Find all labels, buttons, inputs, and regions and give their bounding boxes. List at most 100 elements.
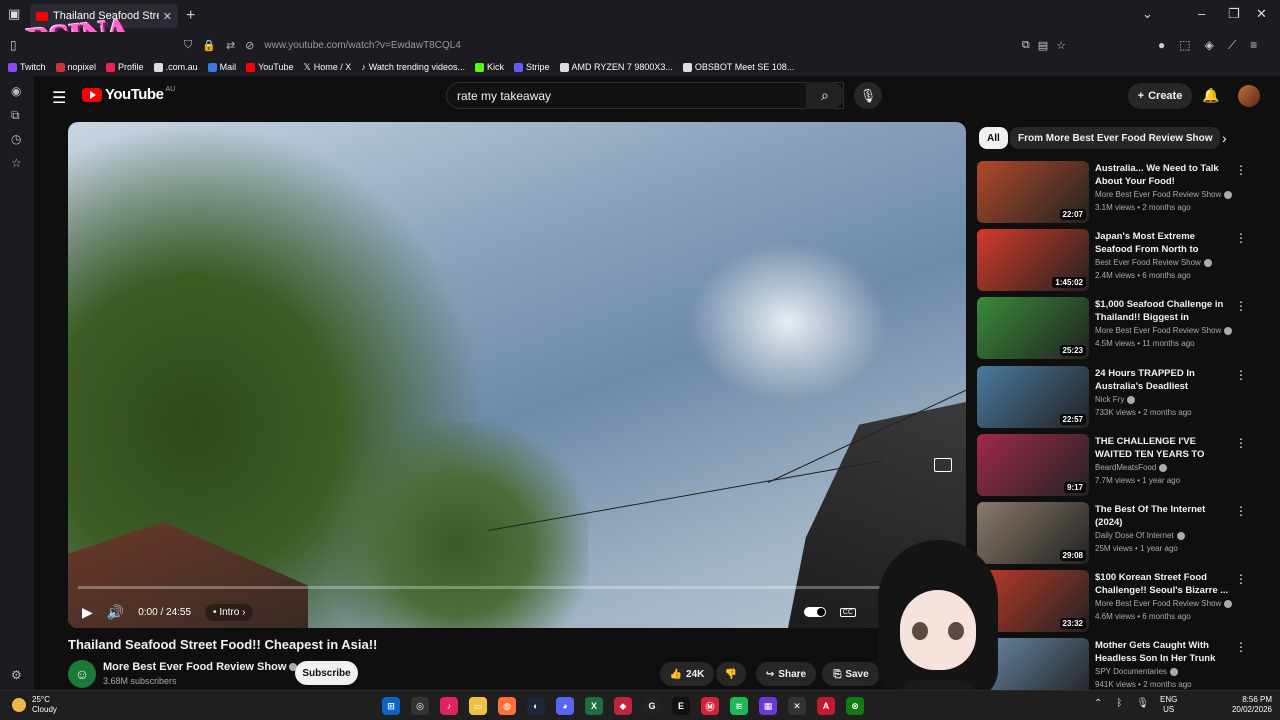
close-tab-icon[interactable]: ✕ [163, 10, 172, 23]
recommended-title[interactable]: 24 Hours TRAPPED In Australia's Deadlies… [1095, 367, 1233, 393]
recommended-title[interactable]: $100 Korean Street Food Challenge!! Seou… [1095, 571, 1233, 597]
file-explorer-icon[interactable]: ▭ [469, 697, 487, 715]
menu-icon[interactable]: ≡ [1250, 38, 1257, 53]
more-options-icon[interactable]: ⋮ [1235, 436, 1247, 450]
ai-chat-icon[interactable]: ◉ [11, 84, 21, 98]
recommended-video-item[interactable]: 1:45:02 Japan's Most Extreme Seafood From… [977, 229, 1267, 291]
autoplay-toggle[interactable] [803, 607, 826, 617]
history-icon[interactable]: ◷ [11, 132, 21, 146]
app-icon[interactable]: ◆ [614, 697, 632, 715]
restore-icon[interactable]: ❐ [1228, 6, 1240, 22]
bookmark-com-au[interactable]: .com.au [153, 62, 198, 72]
minimize-icon[interactable]: – [1198, 6, 1205, 21]
video-thumbnail[interactable]: 9:17 [977, 434, 1089, 496]
video-player[interactable]: ▶ 🔊 0:00 / 24:55 • Intro › CC [68, 122, 966, 628]
bookmark-profile[interactable]: Profile [106, 62, 144, 72]
recommended-video-item[interactable]: 25:23 $1,000 Seafood Challenge in Thailan… [977, 297, 1267, 359]
bookmark-x[interactable]: 𝕏 Home / X [303, 62, 351, 73]
like-button[interactable]: 👍 24K [660, 662, 714, 686]
more-options-icon[interactable]: ⋮ [1235, 640, 1247, 654]
more-options-icon[interactable]: ⋮ [1235, 504, 1247, 518]
chip-all[interactable]: All [979, 127, 1008, 149]
recommended-title[interactable]: Japan's Most Extreme Seafood From North … [1095, 230, 1233, 256]
recommended-channel[interactable]: BeardMeatsFood [1095, 463, 1168, 472]
app-icon[interactable]: Ⓜ [701, 697, 719, 715]
recommended-video-item[interactable]: 9:17 THE CHALLENGE I'VE WAITED TEN YEARS … [977, 434, 1267, 496]
discord-icon[interactable]: ◕ [556, 697, 574, 715]
recommended-title[interactable]: Mother Gets Caught With Headless Son In … [1095, 639, 1233, 665]
share-button[interactable]: ↪ Share [756, 662, 816, 686]
bookmark-kick[interactable]: Kick [474, 62, 504, 72]
extensions-icon[interactable]: ⬚ [1179, 38, 1190, 53]
recommended-channel[interactable]: More Best Ever Food Review Show [1095, 599, 1233, 608]
bookmark-tiktok[interactable]: ♪ Watch trending videos... [361, 62, 465, 72]
clock[interactable]: 8:56 PM 20/02/2026 [1224, 695, 1272, 715]
video-thumbnail[interactable]: 22:07 [977, 161, 1089, 223]
tab-list-icon[interactable]: ▣ [8, 6, 20, 22]
dislike-button[interactable]: 👎 [716, 662, 746, 686]
bookmark-stripe[interactable]: Stripe [513, 62, 550, 72]
recommended-channel[interactable]: Best Ever Food Review Show [1095, 258, 1212, 267]
play-icon[interactable]: ▶ [82, 604, 93, 621]
recommended-video-item[interactable]: 29:08 The Best Of The Internet (2024) Dail… [977, 502, 1267, 564]
epic-games-icon[interactable]: E [672, 697, 690, 715]
app-icon[interactable]: ▦ [759, 697, 777, 715]
notifications-bell-icon[interactable]: 🔔 [1202, 87, 1219, 104]
more-options-icon[interactable]: ⋮ [1235, 163, 1247, 177]
app-icon[interactable]: A [817, 697, 835, 715]
recommended-channel[interactable]: More Best Ever Food Review Show [1095, 190, 1233, 199]
volume-icon[interactable]: 🔊 [107, 604, 124, 621]
recommended-video-item[interactable]: 22:57 24 Hours TRAPPED In Australia's Dea… [977, 366, 1267, 428]
reader-icon[interactable]: ▤ [1038, 39, 1048, 52]
video-thumbnail[interactable]: 1:45:02 [977, 229, 1089, 291]
video-progress-bar[interactable] [78, 586, 956, 589]
bookmark-youtube[interactable]: YouTube [246, 62, 293, 72]
bookmark-twitch[interactable]: Twitch [8, 62, 46, 72]
more-options-icon[interactable]: ⋮ [1235, 231, 1247, 245]
app-icon[interactable]: G [643, 697, 661, 715]
capcut-icon[interactable]: ✕ [788, 697, 806, 715]
bookmark-mail[interactable]: Mail [207, 62, 236, 72]
address-bar[interactable]: ⛉ 🔒 ⇄ ⊘ www.youtube.com/watch?v=EwdawT8C… [176, 35, 1072, 55]
recommended-video-item[interactable]: 23:32 $100 Korean Street Food Challenge!!… [977, 570, 1267, 632]
recommended-title[interactable]: Australia... We Need to Talk About Your … [1095, 162, 1233, 188]
chip-from-channel[interactable]: From More Best Ever Food Review Show [1010, 127, 1221, 149]
youtube-logo[interactable]: YouTube AU [82, 86, 175, 103]
search-button[interactable]: ⌕ [806, 82, 844, 109]
video-thumbnail[interactable]: 22:57 [977, 366, 1089, 428]
recommended-channel[interactable]: Daily Dose Of Internet [1095, 531, 1185, 540]
extension-badge-icon[interactable]: ◈ [1205, 38, 1214, 53]
bookmark-nopixel[interactable]: nopixel [55, 62, 96, 72]
more-options-icon[interactable]: ⋮ [1235, 299, 1247, 313]
more-options-icon[interactable]: ⋮ [1235, 368, 1247, 382]
recommended-title[interactable]: The Best Of The Internet (2024) [1095, 503, 1233, 529]
start-windows-icon[interactable]: ⊞ [382, 697, 400, 715]
pip-icon[interactable]: ⧉ [1022, 39, 1030, 52]
xbox-icon[interactable]: ⊗ [846, 697, 864, 715]
voice-search-button[interactable]: 🎙 [854, 82, 882, 109]
channel-avatar[interactable]: ☺ [68, 660, 96, 688]
recommended-title[interactable]: $1,000 Seafood Challenge in Thailand!! B… [1095, 298, 1233, 324]
microphone-tray-icon[interactable]: 🎙 [1136, 698, 1149, 709]
channel-name[interactable]: More Best Ever Food Review Show [103, 661, 298, 673]
steam-icon[interactable]: ◐ [527, 697, 545, 715]
synced-tabs-icon[interactable]: ⧉ [11, 108, 20, 123]
captions-icon[interactable]: CC [839, 607, 856, 617]
tiktok-app-icon[interactable]: ♪ [440, 697, 458, 715]
chevron-right-icon[interactable]: › [1222, 130, 1227, 146]
bookmarks-icon[interactable]: ☆ [11, 156, 22, 170]
chevron-down-icon[interactable]: ⌄ [1142, 6, 1153, 22]
settings-gear-icon[interactable]: ⚙ [11, 668, 22, 682]
video-thumbnail[interactable]: 25:23 [977, 297, 1089, 359]
close-window-icon[interactable]: ✕ [1256, 6, 1267, 22]
search-input[interactable]: rate my takeaway ✕ [446, 82, 844, 109]
miniplayer-icon[interactable] [934, 458, 952, 472]
avatar[interactable] [1238, 85, 1260, 107]
sidebar-toggle-icon[interactable]: ▯ [10, 38, 17, 52]
recommended-channel[interactable]: Nick Fry [1095, 395, 1136, 404]
recommended-channel[interactable]: SPY Documentaries [1095, 667, 1178, 676]
create-button[interactable]: + Create [1128, 83, 1192, 109]
subscribe-button[interactable]: Subscribe [295, 661, 358, 685]
language-indicator[interactable]: ENG US [1160, 695, 1177, 715]
excel-icon[interactable]: X [585, 697, 603, 715]
